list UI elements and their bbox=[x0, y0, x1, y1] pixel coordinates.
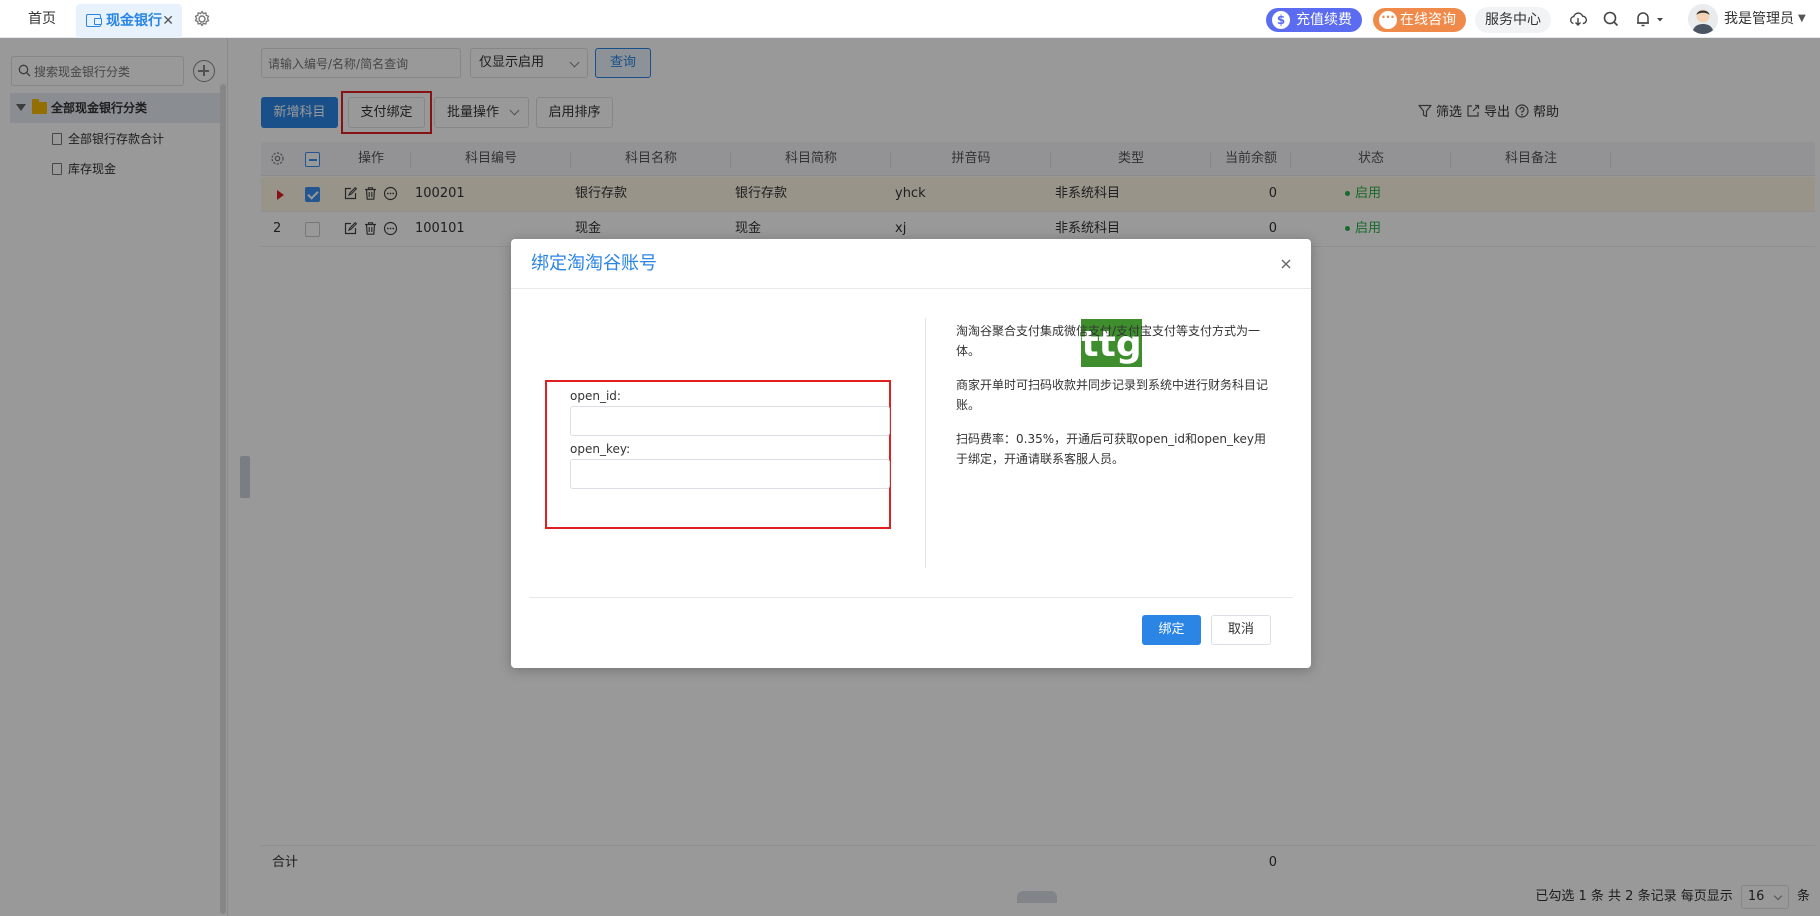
open-id-label: open_id: bbox=[570, 389, 621, 403]
online-consult-button[interactable]: 在线咨询 bbox=[1373, 8, 1466, 32]
cancel-button[interactable]: 取消 bbox=[1211, 615, 1271, 645]
dialog-title: 绑定淘淘谷账号 bbox=[531, 253, 657, 274]
open-key-input[interactable] bbox=[570, 459, 890, 489]
recharge-button[interactable]: 充值续费 bbox=[1266, 8, 1362, 32]
consult-label: 在线咨询 bbox=[1400, 12, 1456, 28]
open-key-label: open_key: bbox=[570, 442, 631, 456]
close-tab-icon[interactable]: ✕ bbox=[162, 4, 174, 38]
avatar[interactable] bbox=[1688, 4, 1718, 34]
service-center-button[interactable]: 服务中心 bbox=[1475, 7, 1551, 33]
bind-button[interactable]: 绑定 bbox=[1142, 615, 1201, 645]
top-bar: 首页 现金银行 ✕ 充值续费 在线咨询 服务中心 我 bbox=[0, 0, 1820, 38]
description-line-1: 淘淘谷聚合支付集成微信支付/支付宝支付等支付方式为一体。 bbox=[956, 324, 1261, 358]
user-dropdown-caret-icon[interactable]: ▼ bbox=[1798, 0, 1806, 38]
credentials-form-highlight: open_id: open_key: bbox=[545, 380, 891, 529]
open-id-input[interactable] bbox=[570, 406, 890, 436]
bell-icon[interactable] bbox=[1633, 9, 1653, 29]
bind-account-dialog: 绑定淘淘谷账号 open_id: open_key: ttg 淘淘谷聚合支付集成… bbox=[511, 239, 1311, 668]
search-icon[interactable] bbox=[1601, 9, 1621, 29]
tab-cash-bank-label: 现金银行 bbox=[106, 13, 162, 29]
cloud-download-icon[interactable] bbox=[1568, 9, 1588, 29]
wallet-icon bbox=[86, 14, 102, 27]
user-avatar-icon bbox=[1688, 4, 1718, 34]
gear-icon[interactable] bbox=[192, 9, 212, 29]
tab-home[interactable]: 首页 bbox=[14, 0, 70, 38]
recharge-label: 充值续费 bbox=[1296, 12, 1352, 28]
description-line-2: 商家开单时可扫码收款并同步记录到系统中进行财务科目记账。 bbox=[956, 378, 1269, 412]
footer-divider bbox=[529, 597, 1293, 598]
coin-icon bbox=[1272, 11, 1290, 29]
bell-dropdown-caret-icon[interactable] bbox=[1655, 9, 1665, 29]
user-name[interactable]: 我是管理员 bbox=[1724, 0, 1794, 38]
description-line-3: 扫码费率：0.35%，开通后可获取open_id和open_key用于绑定，开通… bbox=[956, 432, 1266, 466]
dialog-header: 绑定淘淘谷账号 bbox=[511, 239, 1311, 289]
tab-cash-bank[interactable]: 现金银行 ✕ bbox=[76, 4, 182, 38]
chat-bubble-icon bbox=[1379, 8, 1397, 29]
close-icon[interactable] bbox=[1277, 255, 1295, 273]
dialog-divider bbox=[925, 318, 926, 568]
